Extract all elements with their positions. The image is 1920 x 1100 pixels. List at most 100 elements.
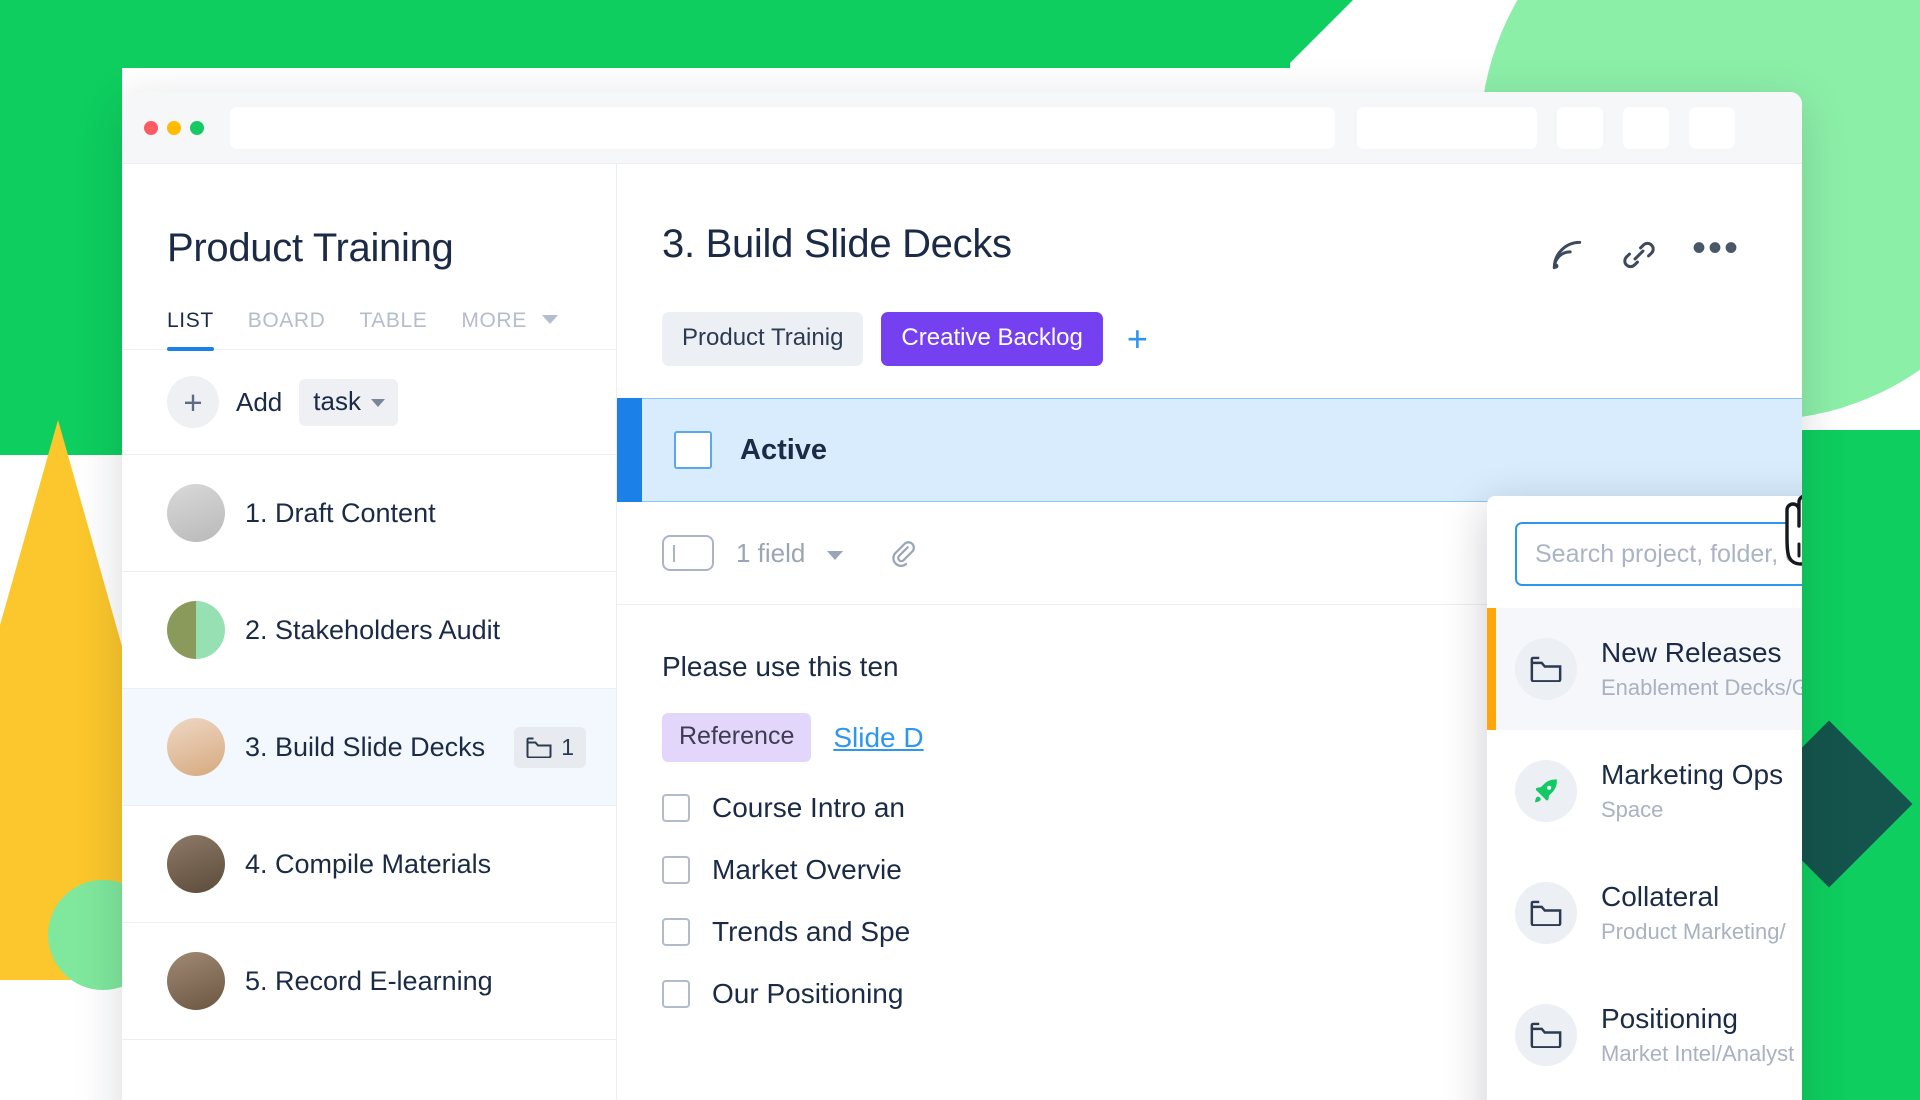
status-label: Active (740, 433, 828, 466)
folder-icon (526, 737, 552, 758)
task-name: 5. Record E-learning (245, 965, 493, 996)
dropdown-list: New Releases Enablement Decks/General Sl… (1487, 608, 1802, 1100)
item-texts: Marketing Ops Space (1601, 759, 1783, 823)
item-subtitle: Space (1601, 797, 1664, 822)
chrome-extra-field[interactable] (1357, 106, 1537, 149)
browser-window: Product Training LIST BOARD TABLE MORE + (122, 92, 1802, 1100)
tab-board-label: BOARD (247, 309, 326, 332)
add-label: Add (236, 386, 283, 417)
item-texts: Collateral Product Marketing/ (1601, 881, 1786, 945)
reference-tag: Reference (662, 713, 812, 762)
tab-board[interactable]: BOARD (248, 309, 326, 349)
avatar (167, 835, 225, 893)
list-item[interactable]: New Releases Enablement Decks/General Sl… (1487, 608, 1802, 730)
list-item[interactable]: Positioning Market Intel/Analyst Reviews… (1487, 974, 1802, 1096)
task-name: 3. Build Slide Decks (245, 731, 486, 762)
checkbox[interactable] (662, 918, 690, 946)
broadcast-icon[interactable] (1548, 236, 1586, 274)
list-item[interactable]: Collateral Product Marketing/ (1487, 852, 1802, 974)
detail-header: 3. Build Slide Decks ••• (617, 164, 1802, 274)
tab-table[interactable]: TABLE (359, 309, 427, 349)
task-name: 1. Draft Content (245, 497, 436, 528)
field-icon[interactable] (662, 535, 714, 571)
tag-creative-backlog[interactable]: Creative Backlog (881, 312, 1103, 366)
task-type-dropdown[interactable]: task (299, 378, 398, 426)
table-row[interactable]: 2. Stakeholders Audit (122, 572, 616, 689)
item-subtitle: Product Marketing/ (1601, 919, 1786, 944)
item-title: Positioning (1601, 1003, 1738, 1034)
task-name: 4. Compile Materials (245, 848, 492, 879)
item-texts: Positioning Market Intel/Analyst Reviews… (1601, 1003, 1802, 1067)
maximize-button[interactable] (190, 120, 204, 135)
tab-more[interactable]: MORE (461, 309, 559, 349)
folder-icon (1515, 638, 1577, 700)
tab-list-label: LIST (167, 309, 214, 332)
table-row[interactable]: 1. Draft Content (122, 455, 616, 572)
folder-count-badge: 1 (514, 726, 586, 768)
checklist-label: Trends and Spe (712, 916, 911, 947)
rocket-icon (1515, 760, 1577, 822)
item-subtitle: Enablement Decks/General Slides/ (1601, 675, 1802, 700)
link-icon[interactable] (1620, 236, 1658, 274)
item-title: Marketing Ops (1601, 759, 1784, 790)
page-title: Product Training (167, 226, 454, 270)
more-icon[interactable]: ••• (1692, 228, 1740, 274)
chrome-button-2[interactable] (1623, 106, 1669, 149)
chrome-button-3[interactable] (1689, 106, 1735, 149)
search-input[interactable] (1515, 522, 1802, 586)
checkbox[interactable] (662, 794, 690, 822)
minimize-button[interactable] (167, 120, 181, 135)
sidebar: Product Training LIST BOARD TABLE MORE + (122, 164, 617, 1100)
folder-icon (1515, 1004, 1577, 1066)
avatar (167, 718, 225, 776)
project-search-dropdown: New Releases Enablement Decks/General Sl… (1487, 496, 1802, 1100)
tab-more-label: MORE (461, 309, 527, 332)
close-button[interactable] (144, 120, 158, 135)
tag-row: Product Trainig Creative Backlog + (617, 274, 1802, 366)
browser-chrome (122, 92, 1802, 164)
checkbox[interactable] (662, 980, 690, 1008)
checklist-label: Our Positioning (712, 978, 904, 1009)
avatar (167, 952, 225, 1010)
field-count: 1 field (736, 537, 806, 568)
tag-product-trainig[interactable]: Product Trainig (662, 312, 864, 366)
tab-table-label: TABLE (359, 309, 428, 332)
table-row[interactable]: 5. Record E-learning (122, 923, 616, 1040)
task-name: 2. Stakeholders Audit (245, 614, 501, 645)
item-title: Collateral (1601, 881, 1720, 912)
folder-count: 1 (561, 733, 574, 760)
status-checkbox[interactable] (674, 431, 712, 469)
view-tabs: LIST BOARD TABLE MORE (122, 271, 616, 351)
header-actions: ••• (1548, 222, 1802, 274)
table-row[interactable]: 3. Build Slide Decks 1 (122, 689, 616, 806)
avatar (167, 601, 225, 659)
url-bar[interactable] (230, 106, 1335, 149)
search-wrap (1487, 496, 1802, 608)
chrome-button-1[interactable] (1557, 106, 1603, 149)
checklist-label: Course Intro an (712, 792, 905, 823)
item-title: New Releases (1601, 637, 1782, 668)
reference-link[interactable]: Slide D (833, 722, 923, 754)
table-row[interactable]: 4. Compile Materials (122, 806, 616, 923)
chevron-down-icon (370, 399, 385, 407)
add-tag-button[interactable]: + (1121, 321, 1154, 357)
chevron-down-icon[interactable] (827, 550, 844, 560)
list-item[interactable]: Field Enablement (1487, 1096, 1802, 1100)
task-detail-panel: 3. Build Slide Decks ••• Product Trainig… (617, 164, 1802, 1100)
traffic-lights (144, 120, 204, 135)
folder-icon (1515, 882, 1577, 944)
green-band-top (0, 0, 1290, 68)
tab-list[interactable]: LIST (167, 309, 214, 351)
status-badge: Active (617, 398, 1802, 502)
avatar (167, 484, 225, 542)
list-item[interactable]: Marketing Ops Space (1487, 730, 1802, 852)
task-title: 3. Build Slide Decks (662, 222, 1012, 266)
attachment-icon[interactable] (887, 537, 917, 569)
task-type-label: task (313, 385, 361, 416)
plus-icon[interactable]: + (167, 376, 219, 428)
add-task-row[interactable]: + Add task (122, 350, 616, 455)
green-diagonal (1285, 0, 1353, 68)
chevron-down-icon (542, 315, 559, 324)
checkbox[interactable] (662, 856, 690, 884)
green-band-left (0, 0, 122, 455)
